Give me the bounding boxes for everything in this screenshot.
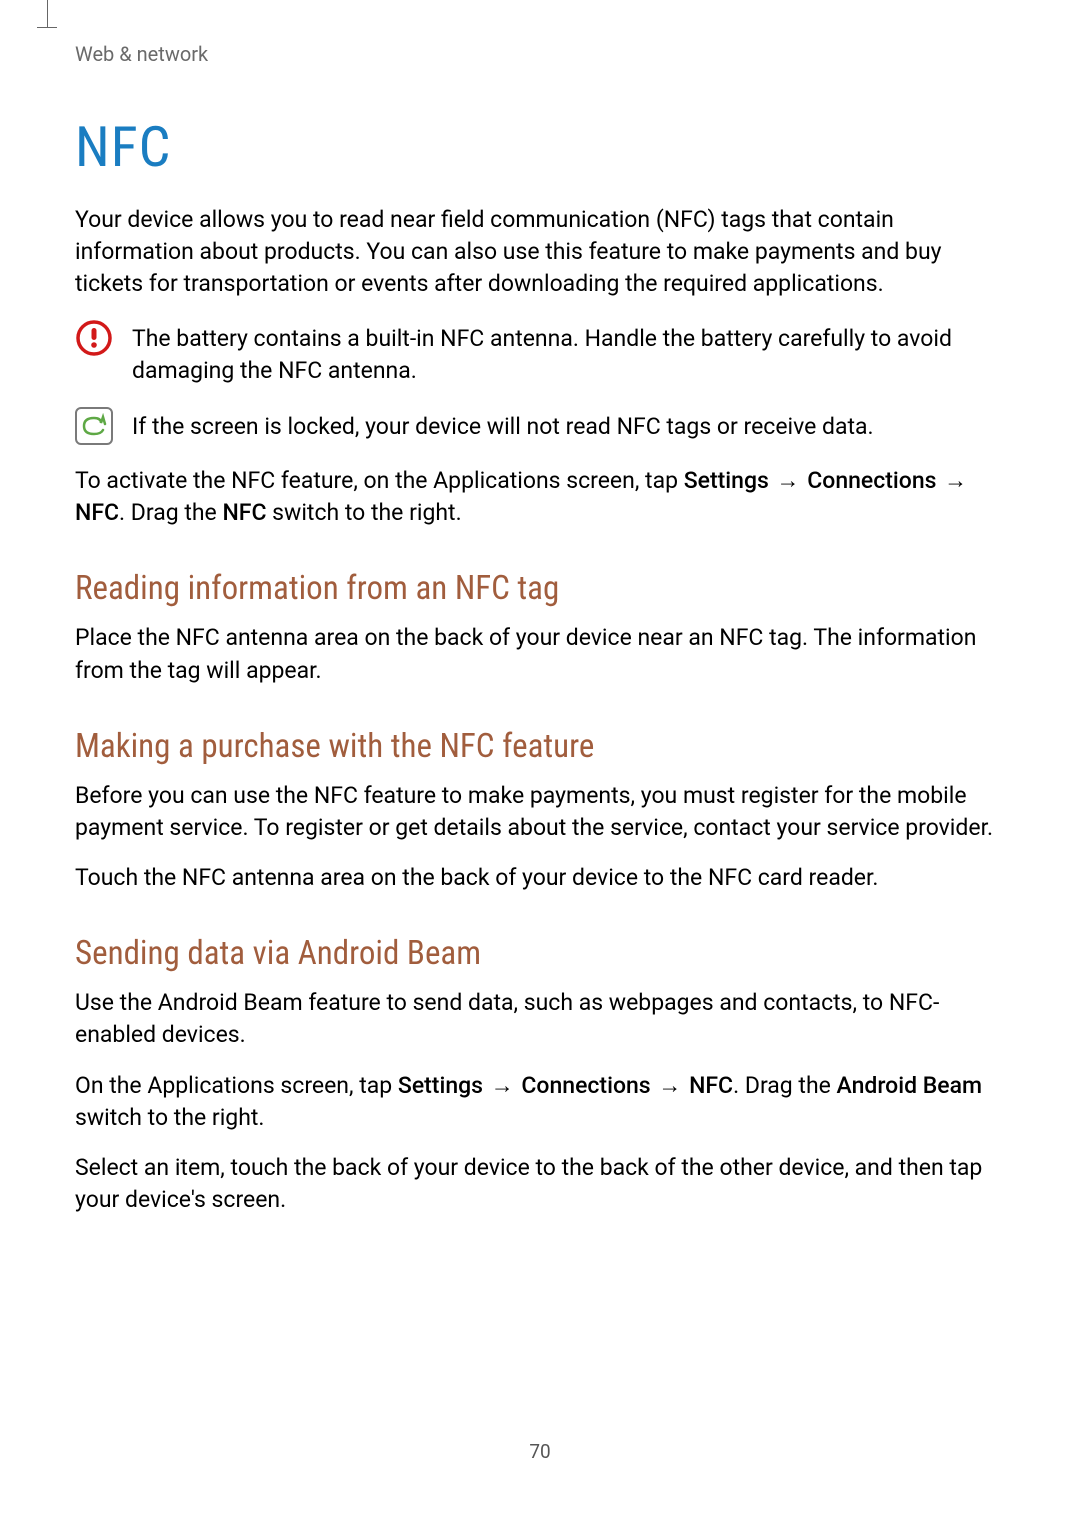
caution-note: The battery contains a built-in NFC ante…: [75, 319, 1005, 387]
page-content: Web & network NFC Your device allows you…: [0, 0, 1080, 1216]
caution-text: The battery contains a built-in NFC ante…: [132, 319, 1005, 387]
section-header: Web & network: [75, 42, 1005, 66]
tip-icon: [75, 407, 113, 445]
arrow-icon: →: [483, 1072, 521, 1099]
tip-text: If the screen is locked, your device wil…: [132, 407, 874, 443]
nav-settings: Settings: [398, 1072, 483, 1099]
activation-suffix1: . Drag the: [119, 499, 222, 526]
nav-nfc: NFC: [75, 499, 119, 526]
activation-prefix: To activate the NFC feature, on the Appl…: [75, 467, 684, 494]
nav-connections: Connections: [807, 467, 936, 494]
nav-connections: Connections: [521, 1072, 650, 1099]
arrow-icon: →: [936, 467, 969, 494]
purchase-body-1: Before you can use the NFC feature to ma…: [75, 780, 1005, 844]
activation-suffix2: switch to the right.: [266, 499, 461, 526]
purchase-title: Making a purchase with the NFC feature: [75, 727, 1005, 766]
caution-icon: [75, 319, 113, 357]
beam-body-1: Use the Android Beam feature to send dat…: [75, 987, 1005, 1051]
android-beam-label: Android Beam: [837, 1072, 983, 1099]
beam-mid: . Drag the: [733, 1072, 836, 1099]
beam-prefix: On the Applications screen, tap: [75, 1072, 398, 1099]
activation-paragraph: To activate the NFC feature, on the Appl…: [75, 465, 1005, 529]
purchase-body-2: Touch the NFC antenna area on the back o…: [75, 862, 1005, 894]
beam-suffix: switch to the right.: [75, 1104, 264, 1131]
beam-title: Sending data via Android Beam: [75, 934, 1005, 973]
nav-settings: Settings: [684, 467, 769, 494]
arrow-icon: →: [769, 467, 807, 494]
arrow-icon: →: [651, 1072, 689, 1099]
beam-body-3: Select an item, touch the back of your d…: [75, 1152, 1005, 1216]
nav-nfc: NFC: [689, 1072, 733, 1099]
page-number: 70: [0, 1440, 1080, 1463]
page-title: NFC: [75, 114, 1005, 180]
reading-title: Reading information from an NFC tag: [75, 569, 1005, 608]
nfc-switch-label: NFC: [222, 499, 266, 526]
tip-icon-wrapper: [75, 407, 113, 445]
tip-note: If the screen is locked, your device wil…: [75, 407, 1005, 445]
beam-body-2: On the Applications screen, tap Settings…: [75, 1070, 1005, 1134]
page-crop-mark: [47, 0, 48, 28]
reading-body: Place the NFC antenna area on the back o…: [75, 622, 1005, 686]
intro-paragraph: Your device allows you to read near fiel…: [75, 204, 1005, 301]
